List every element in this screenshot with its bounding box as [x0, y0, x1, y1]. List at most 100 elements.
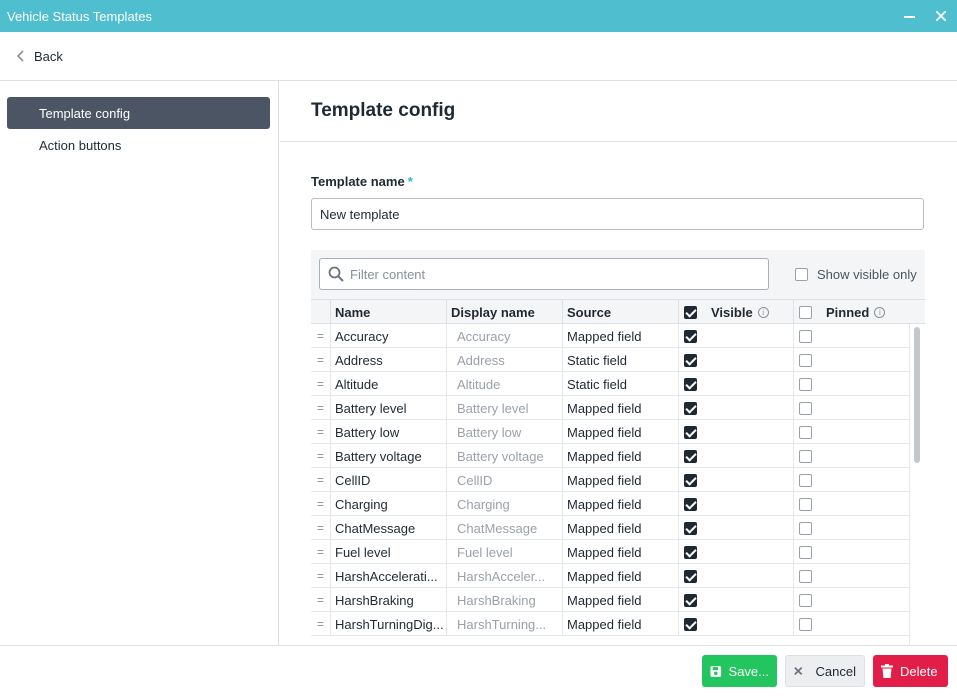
visible-checkbox[interactable]: [684, 593, 697, 607]
show-visible-only-toggle[interactable]: Show visible only: [795, 267, 917, 282]
chevron-left-icon: [16, 50, 24, 62]
filter-input[interactable]: [350, 266, 750, 282]
display-name-input[interactable]: [449, 328, 549, 344]
drag-handle-icon[interactable]: =: [311, 444, 331, 468]
drag-handle-icon[interactable]: =: [311, 516, 331, 540]
visible-all-checkbox[interactable]: [684, 305, 697, 319]
drag-handle-icon[interactable]: =: [311, 564, 331, 588]
cell-visible: [679, 588, 794, 612]
display-name-input[interactable]: [449, 544, 549, 560]
display-name-input[interactable]: [449, 520, 549, 536]
back-button[interactable]: Back: [16, 49, 63, 64]
visible-checkbox[interactable]: [684, 521, 697, 535]
column-header-display-name[interactable]: Display name: [447, 300, 563, 324]
visible-checkbox[interactable]: [684, 497, 697, 511]
filter-box[interactable]: [319, 258, 769, 290]
display-name-input[interactable]: [449, 376, 549, 392]
drag-handle-icon[interactable]: =: [311, 588, 331, 612]
cell-source: Mapped field: [563, 396, 679, 420]
cell-name: Battery low: [331, 420, 447, 444]
table-row[interactable]: =CellID Mapped field: [311, 468, 909, 492]
drag-handle-icon[interactable]: =: [311, 492, 331, 516]
pinned-checkbox[interactable]: [799, 545, 812, 559]
display-name-input[interactable]: [449, 568, 549, 584]
visible-checkbox[interactable]: [684, 545, 697, 559]
visible-checkbox[interactable]: [684, 353, 697, 367]
column-header-source[interactable]: Source: [563, 300, 679, 324]
table-row[interactable]: =Charging Mapped field: [311, 492, 909, 516]
visible-checkbox[interactable]: [684, 449, 697, 463]
display-name-input[interactable]: [449, 592, 549, 608]
sidebar-item-template-config[interactable]: Template config: [7, 97, 270, 129]
display-name-input[interactable]: [449, 448, 549, 464]
display-name-input[interactable]: [449, 472, 549, 488]
main-content: Template config Template name* Show visi…: [280, 81, 957, 645]
cancel-button[interactable]: Cancel: [785, 655, 865, 687]
sidebar-item-action-buttons[interactable]: Action buttons: [7, 129, 270, 161]
visible-checkbox[interactable]: [684, 617, 697, 631]
pinned-checkbox[interactable]: [799, 617, 812, 631]
drag-handle-icon[interactable]: =: [311, 324, 331, 348]
delete-button[interactable]: Delete: [873, 655, 948, 687]
drag-handle-icon[interactable]: =: [311, 348, 331, 372]
pinned-checkbox[interactable]: [799, 473, 812, 487]
table-row[interactable]: =HarshBraking Mapped field: [311, 588, 909, 612]
table-row[interactable]: =Altitude Static field: [311, 372, 909, 396]
table-scrollbar[interactable]: [909, 324, 923, 645]
drag-handle-icon[interactable]: =: [311, 468, 331, 492]
pinned-checkbox[interactable]: [799, 329, 812, 343]
cell-pinned: [794, 420, 909, 444]
visible-checkbox[interactable]: [684, 401, 697, 415]
trash-icon: [881, 664, 893, 678]
cell-visible: [679, 348, 794, 372]
cell-display-name: [447, 324, 563, 348]
column-header-name[interactable]: Name: [331, 300, 447, 324]
pinned-checkbox[interactable]: [799, 497, 812, 511]
table-row[interactable]: =Fuel level Mapped field: [311, 540, 909, 564]
visible-checkbox[interactable]: [684, 473, 697, 487]
table-row[interactable]: =Battery level Mapped field: [311, 396, 909, 420]
pinned-checkbox[interactable]: [799, 401, 812, 415]
info-icon[interactable]: i: [757, 306, 769, 318]
pinned-checkbox[interactable]: [799, 569, 812, 583]
pinned-checkbox[interactable]: [799, 521, 812, 535]
drag-handle-icon[interactable]: =: [311, 372, 331, 396]
visible-checkbox[interactable]: [684, 569, 697, 583]
pinned-checkbox[interactable]: [799, 449, 812, 463]
table-row[interactable]: =HarshTurningDig... Mapped field: [311, 612, 909, 636]
drag-handle-icon[interactable]: =: [311, 396, 331, 420]
visible-checkbox[interactable]: [684, 425, 697, 439]
pinned-checkbox[interactable]: [799, 425, 812, 439]
pinned-checkbox[interactable]: [799, 593, 812, 607]
pinned-checkbox[interactable]: [799, 353, 812, 367]
row-name: CellID: [335, 472, 371, 488]
drag-handle-icon[interactable]: =: [311, 420, 331, 444]
table-row[interactable]: =Accuracy Mapped field: [311, 324, 909, 348]
table-row[interactable]: =ChatMessage Mapped field: [311, 516, 909, 540]
display-name-input[interactable]: [449, 424, 549, 440]
display-name-input[interactable]: [449, 400, 549, 416]
display-name-input[interactable]: [449, 496, 549, 512]
visible-checkbox[interactable]: [684, 377, 697, 391]
minimize-button[interactable]: [893, 0, 925, 32]
back-bar: Back: [0, 32, 957, 81]
close-button[interactable]: [925, 0, 957, 32]
display-name-input[interactable]: [449, 352, 549, 368]
table-row[interactable]: =Address Static field: [311, 348, 909, 372]
table-row[interactable]: =Battery low Mapped field: [311, 420, 909, 444]
info-icon[interactable]: i: [874, 306, 886, 318]
template-name-input[interactable]: [311, 198, 924, 230]
drag-handle-icon[interactable]: =: [311, 540, 331, 564]
pinned-checkbox[interactable]: [799, 377, 812, 391]
title-bar: Vehicle Status Templates: [0, 0, 957, 32]
save-button[interactable]: Save...: [702, 655, 777, 687]
scrollbar-thumb[interactable]: [914, 327, 920, 463]
show-visible-only-checkbox[interactable]: [795, 268, 808, 281]
visible-checkbox[interactable]: [684, 329, 697, 343]
pinned-all-checkbox[interactable]: [799, 305, 812, 319]
drag-handle-icon[interactable]: =: [311, 612, 331, 636]
display-name-input[interactable]: [449, 616, 549, 632]
table-row[interactable]: =HarshAccelerati... Mapped field: [311, 564, 909, 588]
cell-display-name: [447, 540, 563, 564]
table-row[interactable]: =Battery voltage Mapped field: [311, 444, 909, 468]
